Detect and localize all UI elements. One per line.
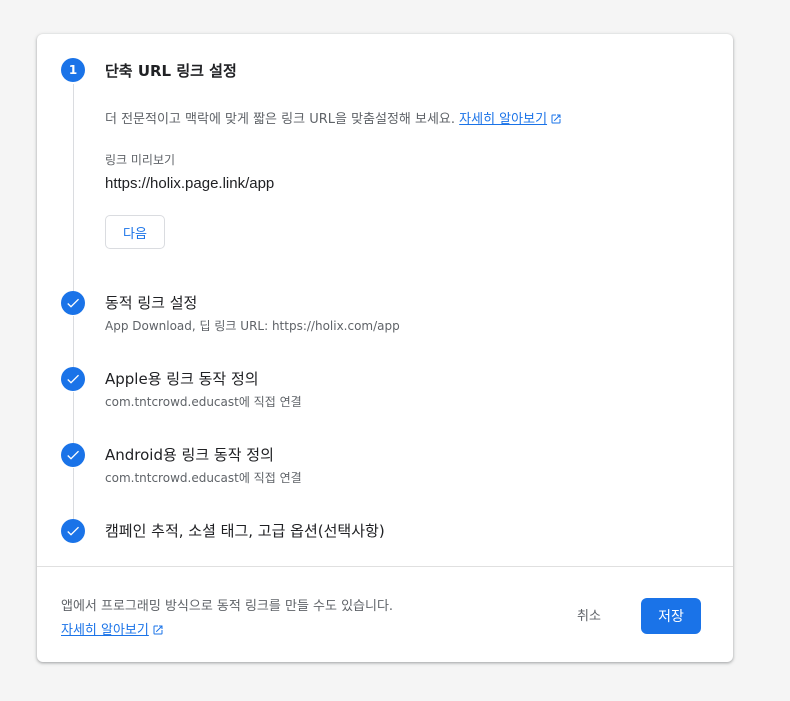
step-4-subtitle: com.tntcrowd.educast에 직접 연결: [105, 471, 302, 485]
link-preview-value: https://holix.page.link/app: [105, 175, 275, 192]
stepper-line-1: [73, 84, 74, 294]
link-preview-label: 링크 미리보기: [105, 153, 176, 167]
check-icon: [67, 526, 79, 536]
step-1-learn-more-label: 자세히 알아보기: [459, 112, 548, 127]
footer-learn-more-label: 자세히 알아보기: [61, 623, 149, 638]
check-icon: [67, 374, 79, 384]
step-1-learn-more-link[interactable]: 자세히 알아보기: [459, 112, 562, 127]
check-icon: [67, 298, 79, 308]
save-button[interactable]: 저장: [641, 598, 701, 634]
step-2-done-badge: [61, 291, 85, 315]
stepper-line-2: [73, 316, 74, 368]
open-in-new-icon: [153, 625, 163, 635]
step-3-done-badge: [61, 367, 85, 391]
save-button-label: 저장: [658, 609, 684, 625]
step-1-number: 1: [68, 63, 78, 77]
footer-divider: [37, 566, 733, 567]
step-3-subtitle: com.tntcrowd.educast에 직접 연결: [105, 395, 302, 409]
stepper-line-4: [73, 468, 74, 520]
step-2-subtitle: App Download, 딥 링크 URL: https://holix.co…: [105, 319, 400, 333]
step-3-title[interactable]: Apple용 링크 동작 정의: [105, 368, 259, 389]
step-5-done-badge: [61, 519, 85, 543]
step-5-title[interactable]: 캠페인 추적, 소셜 태그, 고급 옵션(선택사항): [105, 520, 385, 541]
next-button[interactable]: 다음: [105, 215, 165, 249]
step-1-description: 더 전문적이고 맥락에 맞게 짧은 링크 URL을 맞춤설정해 보세요. 자세히…: [105, 108, 562, 127]
step-4-done-badge: [61, 443, 85, 467]
step-1-title[interactable]: 단축 URL 링크 설정: [105, 60, 237, 81]
footer-info-text: 앱에서 프로그래밍 방식으로 동적 링크를 만들 수도 있습니다.: [61, 599, 394, 614]
step-4-title[interactable]: Android용 링크 동작 정의: [105, 444, 274, 465]
check-icon: [67, 450, 79, 460]
step-1-description-text: 더 전문적이고 맥락에 맞게 짧은 링크 URL을 맞춤설정해 보세요.: [105, 112, 456, 127]
step-2-title[interactable]: 동적 링크 설정: [105, 292, 197, 313]
cancel-button[interactable]: 취소: [569, 601, 609, 628]
create-dynamic-link-card: 1 단축 URL 링크 설정 더 전문적이고 맥락에 맞게 짧은 링크 URL을…: [37, 34, 733, 662]
step-1-number-badge: 1: [61, 58, 85, 82]
open-in-new-icon: [551, 114, 561, 124]
cancel-button-label: 취소: [577, 609, 601, 624]
footer-learn-more-link[interactable]: 자세히 알아보기: [61, 619, 164, 638]
stepper-line-3: [73, 392, 74, 444]
next-button-label: 다음: [123, 226, 147, 242]
